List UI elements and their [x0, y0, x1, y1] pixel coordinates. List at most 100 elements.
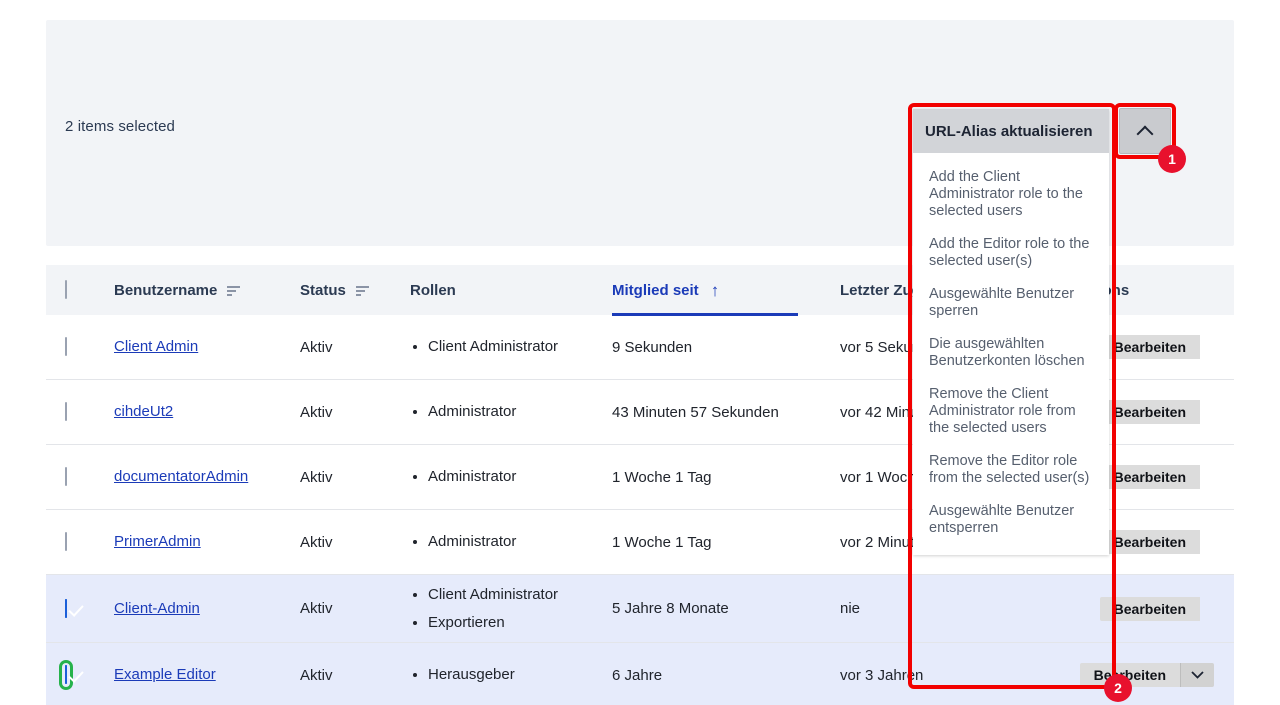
- annotation-badge-1: 1: [1158, 145, 1186, 173]
- member-since-cell: 9 Sekunden: [612, 338, 693, 356]
- row-checkbox[interactable]: [65, 467, 67, 486]
- select-all-cell: [46, 278, 114, 302]
- username-link[interactable]: cihdeUt2: [114, 403, 173, 420]
- status-cell: Aktiv: [300, 533, 333, 551]
- status-cell: Aktiv: [300, 403, 333, 421]
- last-access-cell: vor 3 Jahren: [840, 666, 924, 684]
- table-row: Client-Admin Aktiv Client AdministratorExp…: [46, 575, 1234, 643]
- roles-cell: Client AdministratorExportieren: [410, 581, 612, 637]
- bulk-action-dropdown-toggle[interactable]: URL-Alias aktualisieren: [913, 109, 1109, 153]
- row-checkbox-wrap[interactable]: [62, 465, 70, 489]
- row-checkbox[interactable]: [65, 598, 67, 618]
- edit-button-group: Bearbeiten: [1099, 400, 1200, 424]
- row-checkbox[interactable]: [65, 532, 67, 551]
- roles-list: Administrator: [410, 528, 612, 556]
- username-cell: Client-Admin: [114, 600, 300, 618]
- status-cell: Aktiv: [300, 468, 333, 486]
- dropdown-item-delete-users[interactable]: Die ausgewählten Benutzerkonten löschen: [913, 328, 1109, 378]
- edit-button-group: Bearbeiten: [1099, 335, 1200, 359]
- operations-wrapper: Bearbeiten: [1099, 335, 1200, 359]
- annotation-badge-2: 2: [1104, 674, 1132, 702]
- roles-cell: Herausgeber: [410, 661, 612, 689]
- table-row: Example Editor Aktiv Herausgeber6 Jahre vor…: [46, 643, 1234, 705]
- roles-cell: Administrator: [410, 528, 612, 556]
- chevron-up-icon: [1136, 125, 1154, 142]
- member-since-cell: 1 Woche 1 Tag: [612, 533, 712, 551]
- status-cell: Aktiv: [300, 600, 333, 617]
- row-checkbox-wrap[interactable]: [62, 335, 70, 359]
- row-select-cell: [46, 335, 114, 359]
- role-item: Client Administrator: [428, 333, 612, 361]
- row-select-cell: [46, 465, 114, 489]
- edit-button-group: Bearbeiten: [1099, 465, 1200, 489]
- roles-list: Client AdministratorExportieren: [410, 581, 612, 637]
- bulk-action-dropdown-label: URL-Alias aktualisieren: [925, 122, 1093, 140]
- dropdown-item-remove-editor-role[interactable]: Remove the Editor role from the selected…: [913, 445, 1109, 495]
- dropdown-item-remove-client-admin-role[interactable]: Remove the Client Administrator role fro…: [913, 378, 1109, 445]
- page-root: 2 items selected URL-Alias aktualisieren…: [0, 0, 1280, 705]
- row-checkbox[interactable]: [65, 665, 67, 684]
- chevron-down-icon[interactable]: [1180, 663, 1214, 687]
- roles-list: Herausgeber: [410, 661, 612, 689]
- dropdown-item-block-users[interactable]: Ausgewählte Benutzer sperren: [913, 278, 1109, 328]
- edit-button[interactable]: Bearbeiten: [1099, 465, 1200, 489]
- member-since-cell: 1 Woche 1 Tag: [612, 468, 712, 486]
- row-select-cell: [46, 400, 114, 424]
- column-header-username[interactable]: Benutzername: [114, 282, 300, 299]
- column-header-status-label: Status: [300, 281, 346, 299]
- column-header-member-since-label: Mitglied seit: [612, 281, 699, 299]
- username-cell: PrimerAdmin: [114, 533, 300, 551]
- row-select-cell: [46, 530, 114, 554]
- dropdown-item-add-client-admin-role[interactable]: Add the Client Administrator role to the…: [913, 161, 1109, 228]
- row-checkbox-wrap[interactable]: [62, 663, 70, 687]
- roles-list: Administrator: [410, 463, 612, 491]
- member-since-cell: 43 Minuten 57 Sekunden: [612, 403, 779, 421]
- sort-icon[interactable]: [355, 285, 369, 296]
- column-header-roles-label: Rollen: [410, 281, 456, 299]
- username-link[interactable]: PrimerAdmin: [114, 533, 201, 550]
- arrow-up-icon[interactable]: ↑: [711, 282, 720, 299]
- role-item: Administrator: [428, 398, 612, 426]
- operations-wrapper: Bearbeiten: [1079, 663, 1214, 687]
- operations-cell: Bearbeiten: [1050, 643, 1234, 705]
- column-header-status[interactable]: Status: [300, 282, 410, 299]
- operations-wrapper: Bearbeiten: [1099, 465, 1200, 489]
- sort-icon[interactable]: [227, 285, 241, 296]
- edit-button[interactable]: Bearbeiten: [1099, 400, 1200, 424]
- username-link[interactable]: Example Editor: [114, 666, 216, 683]
- select-all-checkbox[interactable]: [65, 280, 67, 299]
- username-link[interactable]: documentatorAdmin: [114, 468, 248, 485]
- username-link[interactable]: Client Admin: [114, 338, 198, 355]
- dropdown-item-unblock-users[interactable]: Ausgewählte Benutzer entsperren: [913, 495, 1109, 545]
- operations-cell: Bearbeiten: [1050, 575, 1234, 642]
- username-link[interactable]: Client-Admin: [114, 600, 200, 617]
- row-checkbox-wrap[interactable]: [62, 597, 70, 621]
- edit-button[interactable]: Bearbeiten: [1099, 530, 1200, 554]
- edit-button[interactable]: Bearbeiten: [1099, 596, 1200, 621]
- role-item: Herausgeber: [428, 661, 612, 689]
- row-checkbox-wrap[interactable]: [62, 400, 70, 424]
- operations-wrapper: Bearbeiten: [1099, 596, 1200, 621]
- username-cell: Example Editor: [114, 666, 300, 684]
- last-access-cell: nie: [840, 600, 861, 617]
- edit-button-group: Bearbeiten: [1099, 596, 1200, 621]
- operations-wrapper: Bearbeiten: [1099, 530, 1200, 554]
- roles-cell: Administrator: [410, 398, 612, 426]
- row-select-cell: [46, 663, 114, 687]
- row-checkbox-wrap[interactable]: [62, 530, 70, 554]
- member-since-cell: 5 Jahre 8 Monate: [612, 600, 729, 617]
- edit-button[interactable]: Bearbeiten: [1099, 335, 1200, 359]
- bulk-action-dropdown[interactable]: URL-Alias aktualisieren Add the Client A…: [913, 109, 1109, 555]
- username-cell: cihdeUt2: [114, 403, 300, 421]
- role-item: Administrator: [428, 463, 612, 491]
- row-checkbox[interactable]: [65, 402, 67, 421]
- role-item: Client Administrator: [428, 581, 612, 609]
- bulk-action-dropdown-list: Add the Client Administrator role to the…: [913, 153, 1109, 555]
- roles-cell: Client Administrator: [410, 333, 612, 361]
- selection-count-label: 2 items selected: [65, 118, 175, 135]
- column-header-member-since[interactable]: Mitglied seit ↑: [612, 281, 840, 316]
- select-all-checkbox-wrap[interactable]: [62, 278, 70, 302]
- operations-wrapper: Bearbeiten: [1099, 400, 1200, 424]
- dropdown-item-add-editor-role[interactable]: Add the Editor role to the selected user…: [913, 228, 1109, 278]
- row-checkbox[interactable]: [65, 337, 67, 356]
